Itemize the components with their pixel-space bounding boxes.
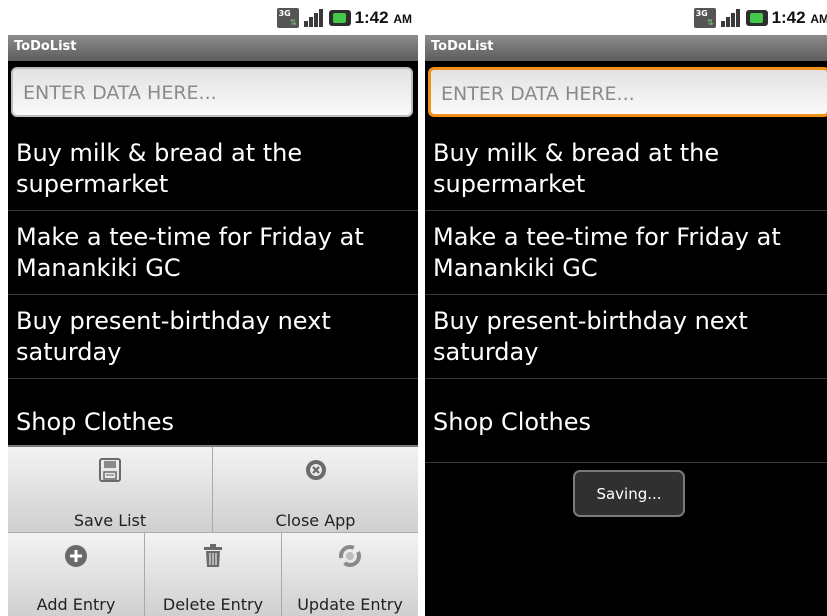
app-title: ToDoList: [431, 39, 494, 54]
input-placeholder: ENTER DATA HERE...: [23, 82, 217, 104]
clock-time: 1:42: [354, 8, 389, 27]
input-placeholder: ENTER DATA HERE...: [441, 83, 635, 105]
list-item[interactable]: Buy milk & bread at the supermarket: [425, 127, 827, 211]
clock: 1:42 AM: [772, 8, 827, 28]
network-label: 3G: [278, 9, 291, 18]
list-item-text: Make a tee-time for Friday at Manankiki …: [433, 223, 781, 282]
save-list-label: Save List: [73, 511, 147, 530]
battery-icon: [745, 10, 768, 26]
close-app-button[interactable]: Close App: [213, 447, 418, 533]
todo-input[interactable]: ENTER DATA HERE...: [428, 67, 827, 117]
list-item[interactable]: Buy present-birthday next saturday: [425, 295, 827, 379]
3g-icon: 3G ⇅: [276, 8, 299, 28]
toast-text: Saving...: [596, 485, 662, 503]
close-app-label: Close App: [275, 511, 356, 530]
list-item-text: Shop Clothes: [16, 408, 174, 436]
app-title: ToDoList: [14, 39, 77, 54]
3g-icon: 3G ⇅: [693, 8, 716, 28]
update-entry-button[interactable]: Update Entry: [282, 533, 418, 616]
list-item[interactable]: Buy milk & bread at the supermarket: [8, 127, 418, 211]
add-circle-icon: [63, 543, 89, 569]
signal-icon: [303, 8, 325, 28]
clock-ampm: AM: [393, 12, 412, 26]
app-title-bar: ToDoList: [8, 35, 418, 61]
network-label: 3G: [695, 9, 708, 18]
list-item-text: Buy present-birthday next saturday: [433, 307, 748, 366]
status-bar: 3G ⇅ 1:42 AM: [8, 0, 418, 35]
list-item-text: Buy milk & bread at the supermarket: [16, 139, 303, 198]
trash-icon: [200, 543, 226, 569]
close-circle-icon: [303, 457, 329, 483]
list-item[interactable]: Shop Clothes: [425, 379, 827, 463]
clock-ampm: AM: [810, 12, 827, 26]
right-screen: 3G ⇅ 1:42 AM ToDoList ENTER DATA HERE... …: [425, 0, 827, 616]
todo-input[interactable]: ENTER DATA HERE...: [11, 67, 413, 117]
save-icon: [97, 457, 123, 483]
clock: 1:42 AM: [355, 8, 412, 28]
signal-icon: [720, 8, 742, 28]
list-item-text: Buy milk & bread at the supermarket: [433, 139, 720, 198]
options-menu: Save List Close App Add Entry Delete Ent…: [8, 445, 418, 616]
list-item-text: Shop Clothes: [433, 408, 591, 436]
list-item-text: Buy present-birthday next saturday: [16, 307, 331, 366]
delete-entry-button[interactable]: Delete Entry: [145, 533, 282, 616]
status-bar: 3G ⇅ 1:42 AM: [425, 0, 827, 35]
add-entry-button[interactable]: Add Entry: [8, 533, 145, 616]
left-screen: 3G ⇅ 1:42 AM ToDoList ENTER DATA HERE... …: [8, 0, 418, 616]
clock-time: 1:42: [771, 8, 806, 27]
list-item[interactable]: Make a tee-time for Friday at Manankiki …: [8, 211, 418, 295]
add-entry-label: Add Entry: [36, 595, 116, 614]
update-entry-label: Update Entry: [297, 595, 403, 614]
list-item[interactable]: Buy present-birthday next saturday: [8, 295, 418, 379]
list-item-text: Make a tee-time for Friday at Manankiki …: [16, 223, 364, 282]
save-list-button[interactable]: Save List: [8, 447, 213, 533]
app-title-bar: ToDoList: [425, 35, 827, 61]
battery-icon: [328, 10, 351, 26]
refresh-icon: [337, 543, 363, 569]
saving-toast: Saving...: [573, 470, 685, 517]
delete-entry-label: Delete Entry: [162, 595, 264, 614]
list-item[interactable]: Make a tee-time for Friday at Manankiki …: [425, 211, 827, 295]
